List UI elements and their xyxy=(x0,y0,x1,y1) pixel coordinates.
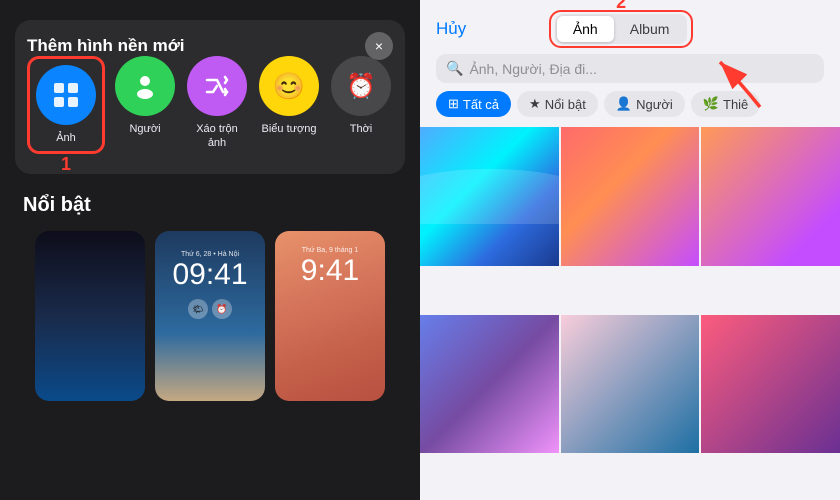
huy-button[interactable]: Hủy xyxy=(436,19,466,39)
filter-row: ⊞ Tất cả ★ Nổi bật 👤 Người 🌿 Thiê xyxy=(436,91,824,127)
person-icon xyxy=(131,72,159,100)
photo-cell-4[interactable] xyxy=(420,315,559,454)
wallpaper-card-2[interactable]: Thứ 6, 28 • Hà Nội 09:41 🌤 ⏰ xyxy=(155,231,265,401)
search-icon: 🔍 xyxy=(446,60,463,77)
tab-group-wrapper: Ảnh Album xyxy=(555,14,688,44)
filter-label-noi-bat: Nổi bật xyxy=(545,97,586,112)
right-panel: Hủy 2 Ảnh Album 🔍 Ảnh, Người, Địa đi... … xyxy=(420,0,840,500)
left-panel: Thêm hình nền mới × Ảnh 1 xyxy=(0,0,420,500)
options-row: Ảnh 1 Người xyxy=(27,56,393,154)
option-icon-xao-tron xyxy=(187,56,247,116)
tab-album[interactable]: Album xyxy=(614,16,686,42)
search-placeholder: Ảnh, Người, Địa đi... xyxy=(469,61,597,77)
option-icon-nguoi xyxy=(115,56,175,116)
option-thoi[interactable]: ⏰ Thời xyxy=(329,56,393,136)
photo-cell-3[interactable] xyxy=(701,127,840,266)
photo-cell-2[interactable] xyxy=(561,127,700,266)
wallpaper-card-1[interactable] xyxy=(35,231,145,401)
photo-cell-1[interactable] xyxy=(420,127,559,266)
photo-cell-5[interactable] xyxy=(561,315,700,454)
modal-title: Thêm hình nền mới xyxy=(27,36,185,55)
option-icon-thoi: ⏰ xyxy=(331,56,391,116)
option-label-xao-tron: Xáo trộnảnh xyxy=(196,122,238,151)
option-icon-anh xyxy=(36,65,96,125)
filter-label-thie: Thiê xyxy=(723,97,748,112)
option-nguoi[interactable]: Người xyxy=(113,56,177,136)
modal-close-button[interactable]: × xyxy=(365,32,393,60)
option-anh[interactable]: Ảnh 1 xyxy=(27,56,105,154)
shuffle-icon xyxy=(203,72,231,100)
filter-nguoi[interactable]: 👤 Người xyxy=(604,91,685,117)
filter-noi-bat[interactable]: ★ Nổi bật xyxy=(517,91,598,117)
star-icon: ★ xyxy=(529,96,541,112)
noi-bat-title: Nổi bật xyxy=(23,194,397,217)
wallpaper-previews: Thứ 6, 28 • Hà Nội 09:41 🌤 ⏰ Thứ Ba, 9 t… xyxy=(23,231,397,401)
filter-label-nguoi: Người xyxy=(636,97,673,112)
filter-label-tat-ca: Tất cả xyxy=(463,97,499,112)
modal-container: Thêm hình nền mới × Ảnh 1 xyxy=(15,20,405,174)
tab-anh[interactable]: Ảnh xyxy=(557,16,614,42)
gallery-icon xyxy=(51,80,81,110)
option-xao-tron[interactable]: Xáo trộnảnh xyxy=(185,56,249,151)
option-bieu-tuong[interactable]: 😊 Biểu tượng xyxy=(257,56,321,136)
tab-group: Ảnh Album xyxy=(555,14,688,44)
photo-cell-6[interactable] xyxy=(701,315,840,454)
option-label-bieu-tuong: Biểu tượng xyxy=(262,122,317,136)
right-header: Hủy 2 Ảnh Album 🔍 Ảnh, Người, Địa đi... … xyxy=(420,0,840,127)
option-label-anh: Ảnh xyxy=(56,131,76,145)
filter-tat-ca[interactable]: ⊞ Tất cả xyxy=(436,91,511,117)
right-top-row: Hủy 2 Ảnh Album xyxy=(436,14,824,44)
number-badge-1: 1 xyxy=(61,154,71,175)
photo-grid xyxy=(420,127,840,500)
option-icon-bieu-tuong: 😊 xyxy=(259,56,319,116)
filter-thie[interactable]: 🌿 Thiê xyxy=(691,91,760,117)
wallpaper-card-3[interactable]: Thứ Ba, 9 tháng 1 9:41 xyxy=(275,231,385,401)
option-label-thoi: Thời xyxy=(350,122,373,136)
grid-icon: ⊞ xyxy=(448,96,459,112)
option-label-nguoi: Người xyxy=(129,122,160,136)
leaf-icon: 🌿 xyxy=(703,96,719,112)
search-bar[interactable]: 🔍 Ảnh, Người, Địa đi... xyxy=(436,54,824,83)
bottom-content: Nổi bật Thứ 6, 28 • Hà Nội 09:41 🌤 ⏰ Thứ… xyxy=(15,194,405,401)
person-filter-icon: 👤 xyxy=(616,96,632,112)
